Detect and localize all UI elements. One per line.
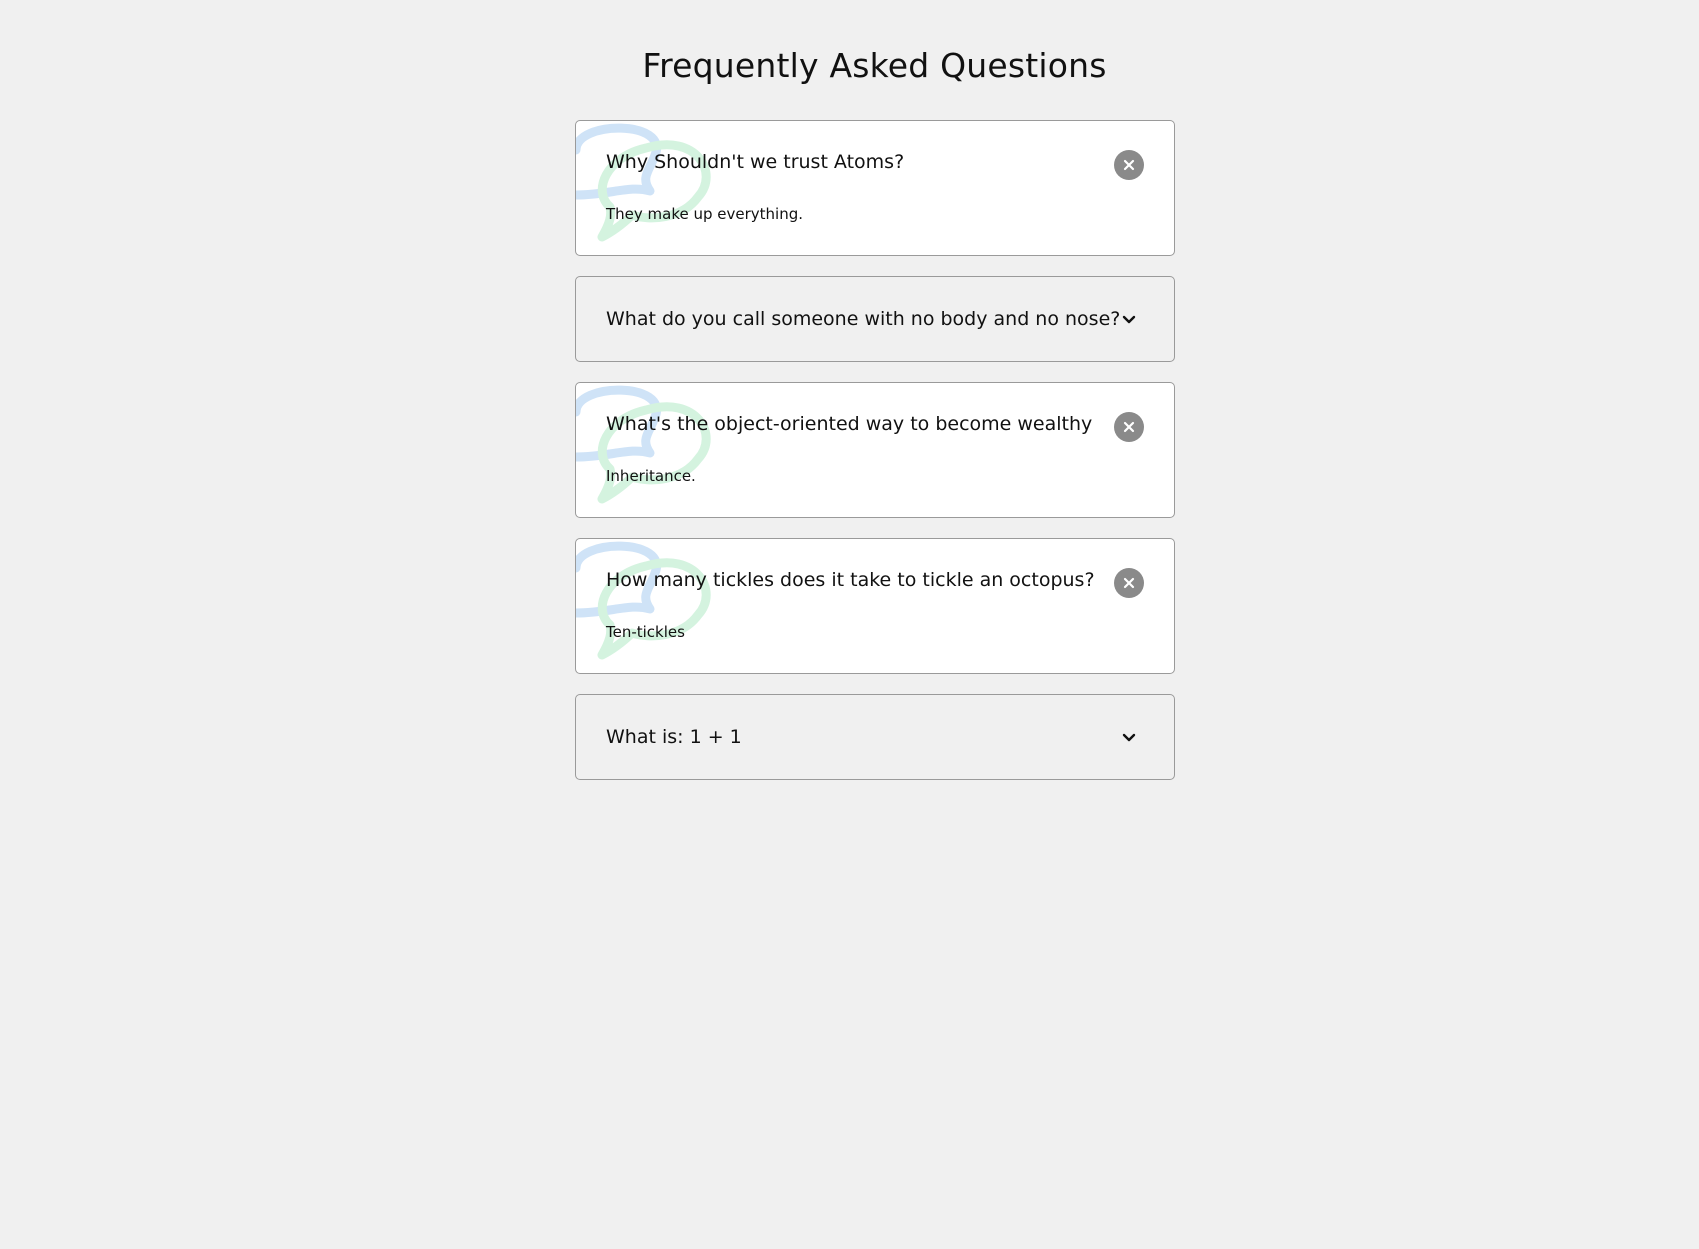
chat-bubbles-icon <box>576 541 711 660</box>
faq-item[interactable]: How many tickles does it take to tickle … <box>575 538 1175 674</box>
page-title: Frequently Asked Questions <box>642 46 1107 85</box>
faq-toggle-button[interactable] <box>1114 412 1144 442</box>
chat-bubbles-icon <box>576 123 711 242</box>
close-icon <box>1123 421 1135 433</box>
chevron-down-icon <box>1122 733 1136 742</box>
faq-item[interactable]: What's the object-oriented way to become… <box>575 382 1175 518</box>
faq-toggle-button[interactable] <box>1114 568 1144 598</box>
faq-question: What do you call someone with no body an… <box>606 308 1121 330</box>
faq-toggle-button[interactable] <box>1114 150 1144 180</box>
faq-toggle-button[interactable] <box>1114 723 1144 753</box>
close-icon <box>1123 577 1135 589</box>
faq-answer: Inheritance. <box>606 467 696 485</box>
faq-question: What's the object-oriented way to become… <box>606 413 1093 435</box>
faq-question: Why Shouldn't we trust Atoms? <box>606 151 905 173</box>
faq-item[interactable]: Why Shouldn't we trust Atoms? They make … <box>575 120 1175 256</box>
faq-question: What is: 1 + 1 <box>606 726 742 748</box>
close-icon <box>1123 159 1135 171</box>
faq-question: How many tickles does it take to tickle … <box>606 569 1095 591</box>
faq-list: Why Shouldn't we trust Atoms? They make … <box>575 120 1175 800</box>
faq-toggle-button[interactable] <box>1114 305 1144 335</box>
faq-answer: Ten-tickles <box>606 623 685 641</box>
faq-item[interactable]: What is: 1 + 1 <box>575 694 1175 780</box>
faq-item[interactable]: What do you call someone with no body an… <box>575 276 1175 362</box>
chat-bubbles-icon <box>576 385 711 504</box>
chevron-down-icon <box>1122 315 1136 324</box>
faq-answer: They make up everything. <box>606 205 804 223</box>
